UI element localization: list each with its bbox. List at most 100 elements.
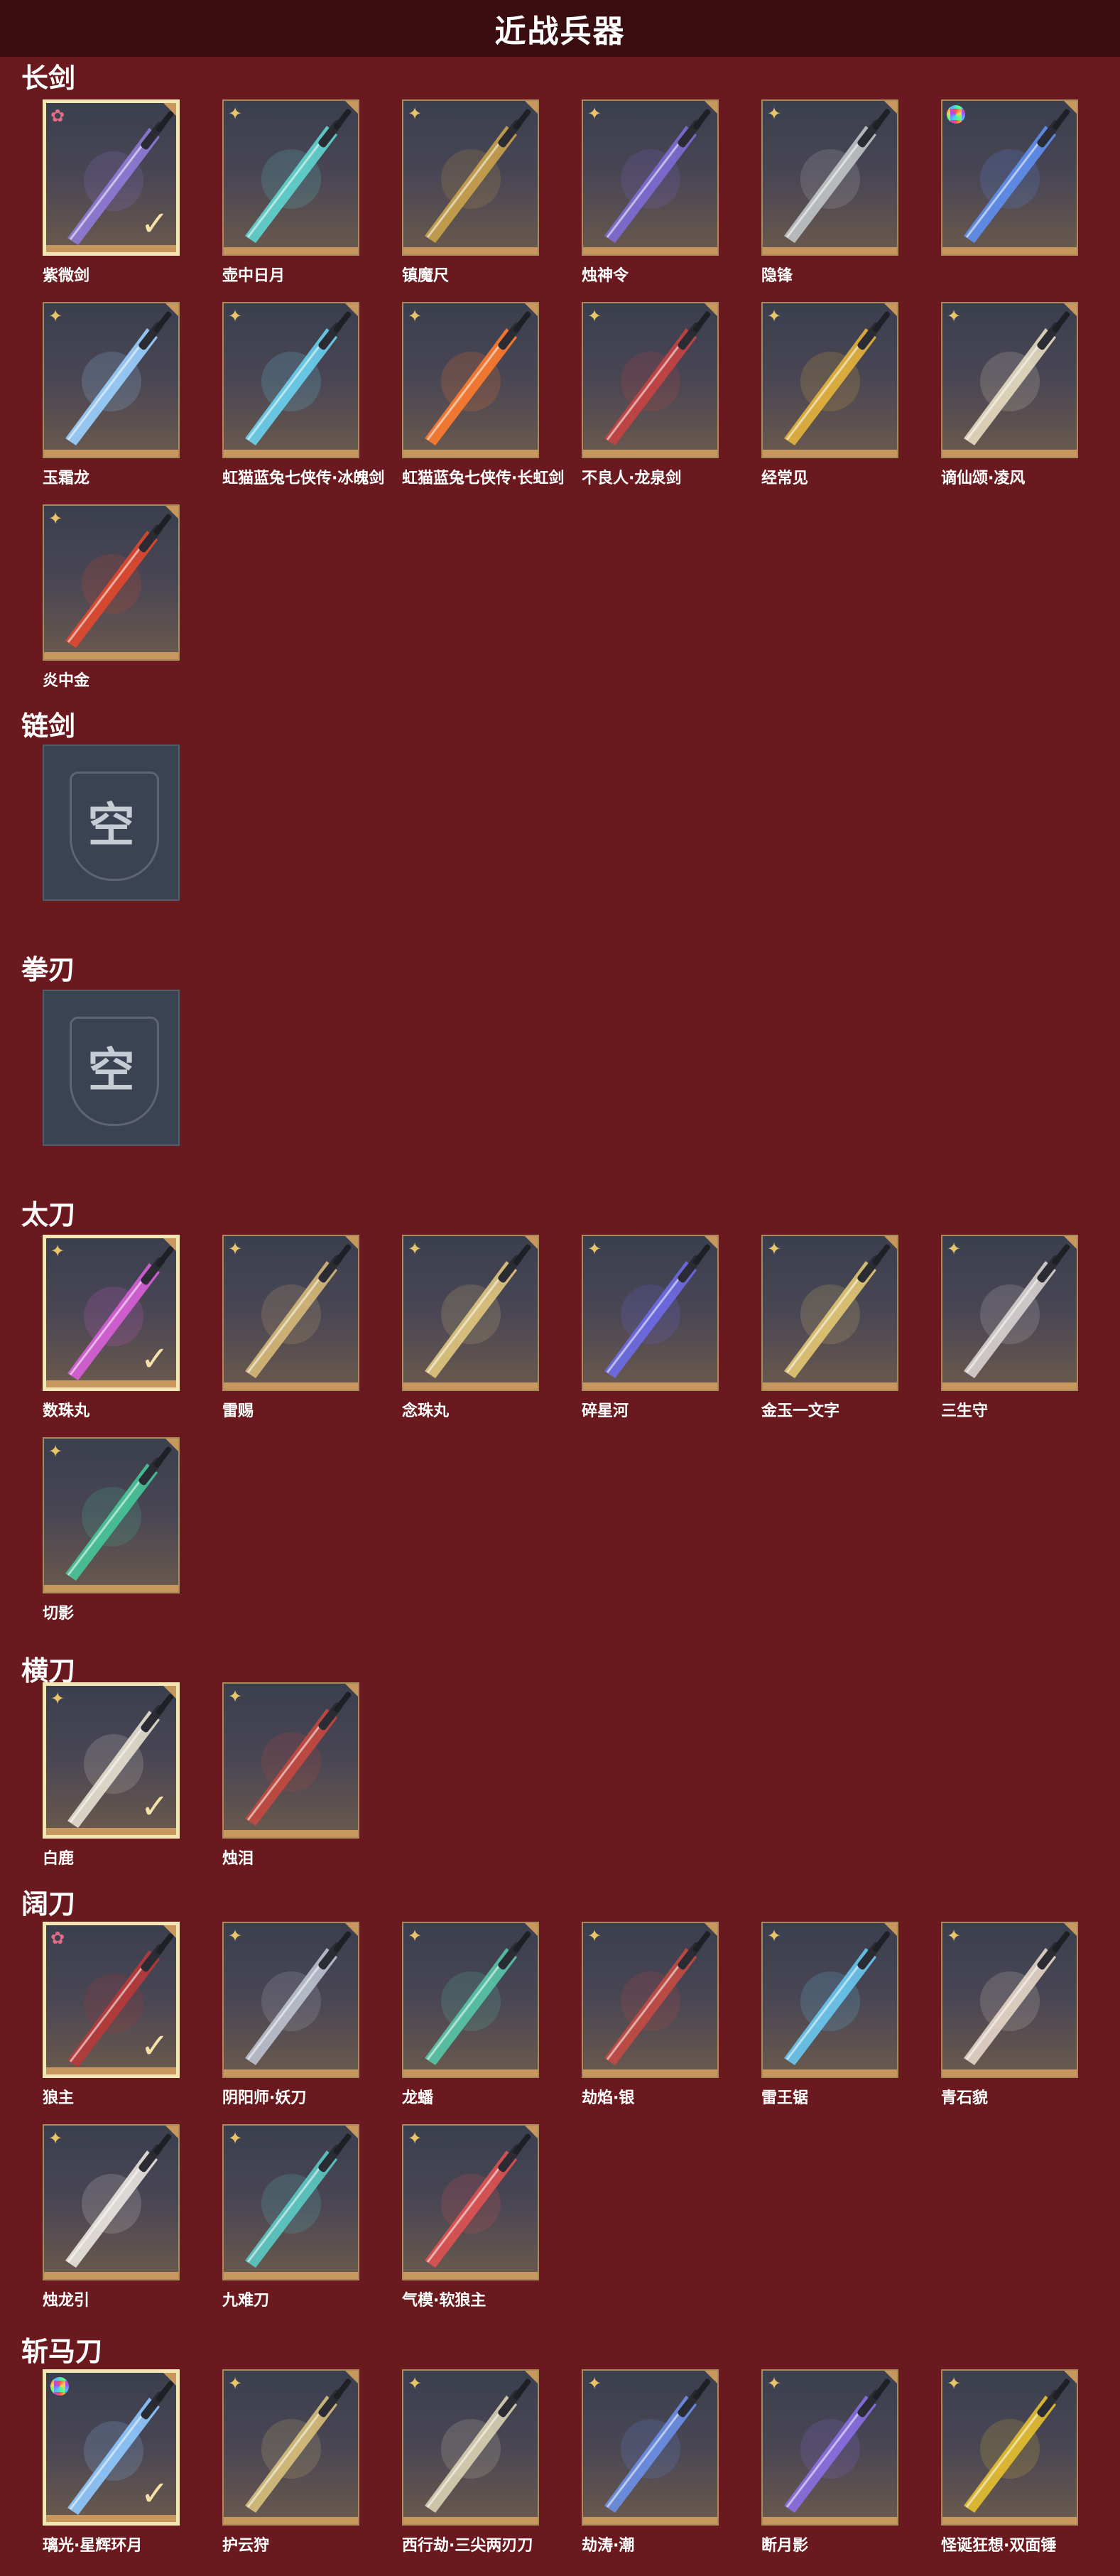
weapon-image — [784, 2379, 891, 2513]
weapon-card[interactable]: ✓ — [43, 2369, 180, 2526]
page-title: 近战兵器 — [494, 13, 626, 50]
weapon-card[interactable]: ✦ — [582, 1922, 719, 2078]
weapon-card[interactable]: ✦ — [222, 302, 359, 458]
weapon-card[interactable]: ✦ — [402, 99, 539, 256]
weapon-card[interactable]: ✦ — [761, 302, 898, 458]
weapon-image — [425, 1244, 531, 1378]
empty-slot[interactable]: 空 — [43, 990, 180, 1146]
weapon-tile[interactable]: ✦ 虹猫蓝兔七侠传·冰魄剑 — [222, 302, 384, 487]
weapon-tile[interactable]: ✦ 烛泪 — [222, 1682, 359, 1868]
category-title: 斩马刀 — [21, 2336, 103, 2367]
weapon-tile[interactable]: ✦ 切影 — [43, 1437, 180, 1623]
weapon-card[interactable]: ✦ — [222, 1682, 359, 1839]
weapon-name: 雷王锯 — [761, 2089, 809, 2107]
weapon-tile[interactable]: ✦ 青石貌 — [941, 1922, 1078, 2107]
card-base-strip — [763, 2517, 897, 2524]
weapon-card[interactable]: ✦ — [941, 302, 1078, 458]
weapon-tile[interactable]: ✦ 不良人·龙泉剑 — [582, 302, 719, 487]
weapon-card[interactable]: ✦ — [761, 1235, 898, 1391]
weapon-tile[interactable]: ✦ 气模·软狼主 — [402, 2124, 539, 2310]
weapon-card[interactable]: ✦ — [941, 1235, 1078, 1391]
weapon-tile[interactable]: ✦ 谪仙颂·凌风 — [941, 302, 1078, 487]
corner-tag-icon — [165, 2126, 178, 2138]
weapon-tile[interactable]: ✦ 护云狩 — [222, 2369, 359, 2555]
weapon-image — [245, 2379, 352, 2513]
weapon-card[interactable]: ✦ ✓ — [43, 1235, 180, 1391]
corner-tag-icon — [525, 101, 538, 114]
weapon-tile[interactable]: ✦ 西行劫·三尖两刃刀 — [402, 2369, 539, 2555]
weapon-tile[interactable]: ✦ 金玉一文字 — [761, 1235, 898, 1420]
weapon-tile[interactable]: ✦ 壶中日月 — [222, 99, 359, 285]
weapon-tile[interactable]: ✦ 雷王锯 — [761, 1922, 898, 2107]
weapon-tile[interactable]: 空 — [43, 745, 180, 906]
weapon-tile[interactable]: ✦ 隐锋 — [761, 99, 898, 285]
weapon-tile[interactable]: ✦ 经常见 — [761, 302, 898, 487]
card-base-strip — [942, 247, 1077, 254]
weapon-card[interactable]: ✦ — [402, 1235, 539, 1391]
weapon-name: 虹猫蓝兔七侠传·长虹剑 — [402, 470, 565, 487]
quality-icon: ✦ — [228, 2374, 243, 2393]
weapon-name: 护云狩 — [222, 2537, 270, 2555]
weapon-tile[interactable]: ✓ 璃光·星辉环月 — [43, 2369, 180, 2555]
weapon-card[interactable]: ✦ — [43, 504, 180, 661]
weapon-tile[interactable]: ✿ ✓ 紫微剑 — [43, 99, 180, 285]
weapon-tile[interactable]: ✦ 镇魔尺 — [402, 99, 539, 285]
weapon-tile[interactable]: ✦ 炎中金 — [43, 504, 180, 690]
weapon-card[interactable]: ✦ — [402, 1922, 539, 2078]
weapon-tile[interactable]: ✦ 劫涛·潮 — [582, 2369, 719, 2555]
weapon-card[interactable]: ✿ ✓ — [43, 1922, 180, 2078]
card-base-strip — [224, 2517, 358, 2524]
weapon-card[interactable]: ✦ — [582, 2369, 719, 2526]
weapon-card[interactable]: ✦ — [761, 1922, 898, 2078]
weapon-card[interactable]: ✦ — [43, 2124, 180, 2280]
weapon-name: 阴阳师·妖刀 — [222, 2089, 307, 2107]
weapon-card[interactable]: ✦ — [402, 302, 539, 458]
weapon-card[interactable] — [941, 99, 1078, 256]
weapon-card[interactable]: ✦ — [222, 2369, 359, 2526]
weapon-card[interactable]: ✦ — [761, 99, 898, 256]
corner-tag-icon — [1064, 1923, 1077, 1936]
empty-slot[interactable]: 空 — [43, 745, 180, 901]
weapon-tile[interactable]: ✦ 玉霜龙 — [43, 302, 180, 487]
card-base-strip — [763, 1382, 897, 1390]
weapon-tile[interactable]: ✦ 虹猫蓝兔七侠传·长虹剑 — [402, 302, 564, 487]
weapon-card[interactable]: ✦ — [222, 99, 359, 256]
weapon-card[interactable]: ✦ — [402, 2124, 539, 2280]
weapon-tile[interactable]: ✦ 劫焰·银 — [582, 1922, 719, 2107]
weapon-tile[interactable]: ✦ 阴阳师·妖刀 — [222, 1922, 359, 2107]
weapon-card[interactable]: ✦ — [582, 1235, 719, 1391]
card-base-strip — [942, 2069, 1077, 2077]
corner-tag-icon — [884, 2371, 897, 2383]
weapon-card[interactable]: ✦ — [222, 2124, 359, 2280]
weapon-tile[interactable] — [941, 99, 1078, 261]
weapon-tile[interactable]: ✦ 念珠丸 — [402, 1235, 539, 1420]
weapon-card[interactable]: ✦ — [43, 1437, 180, 1593]
weapon-card[interactable]: ✿ ✓ — [43, 99, 180, 256]
weapon-tile[interactable]: ✦ 雷赐 — [222, 1235, 359, 1420]
weapon-card[interactable]: ✦ — [941, 1922, 1078, 2078]
weapon-card[interactable]: ✦ — [43, 302, 180, 458]
weapon-tile[interactable]: ✦ 怪诞狂想·双面锤 — [941, 2369, 1078, 2555]
weapon-tile[interactable]: ✦ 断月影 — [761, 2369, 898, 2555]
quality-icon: ✦ — [228, 1239, 243, 1259]
weapon-card[interactable]: ✦ — [222, 1235, 359, 1391]
weapon-tile[interactable]: ✦ 烛神令 — [582, 99, 719, 285]
weapon-card[interactable]: ✦ — [941, 2369, 1078, 2526]
weapon-tile[interactable]: ✦ 龙蟠 — [402, 1922, 539, 2107]
card-base-strip — [942, 2517, 1077, 2524]
weapon-card[interactable]: ✦ ✓ — [43, 1682, 180, 1839]
weapon-tile[interactable]: ✦ 烛龙引 — [43, 2124, 180, 2310]
weapon-tile[interactable]: ✦ ✓ 数珠丸 — [43, 1235, 180, 1420]
weapon-card[interactable]: ✦ — [402, 2369, 539, 2526]
weapon-card[interactable]: ✦ — [582, 99, 719, 256]
weapon-card[interactable]: ✦ — [222, 1922, 359, 2078]
weapon-tile[interactable]: ✦ 九难刀 — [222, 2124, 359, 2310]
weapon-tile[interactable]: ✦ ✓ 白鹿 — [43, 1682, 180, 1868]
weapon-name: 玉霜龙 — [43, 470, 90, 487]
weapon-card[interactable]: ✦ — [761, 2369, 898, 2526]
weapon-tile[interactable]: 空 — [43, 990, 180, 1151]
weapon-tile[interactable]: ✿ ✓ 狼主 — [43, 1922, 180, 2107]
weapon-tile[interactable]: ✦ 三生守 — [941, 1235, 1078, 1420]
weapon-card[interactable]: ✦ — [582, 302, 719, 458]
weapon-tile[interactable]: ✦ 碎星河 — [582, 1235, 719, 1420]
